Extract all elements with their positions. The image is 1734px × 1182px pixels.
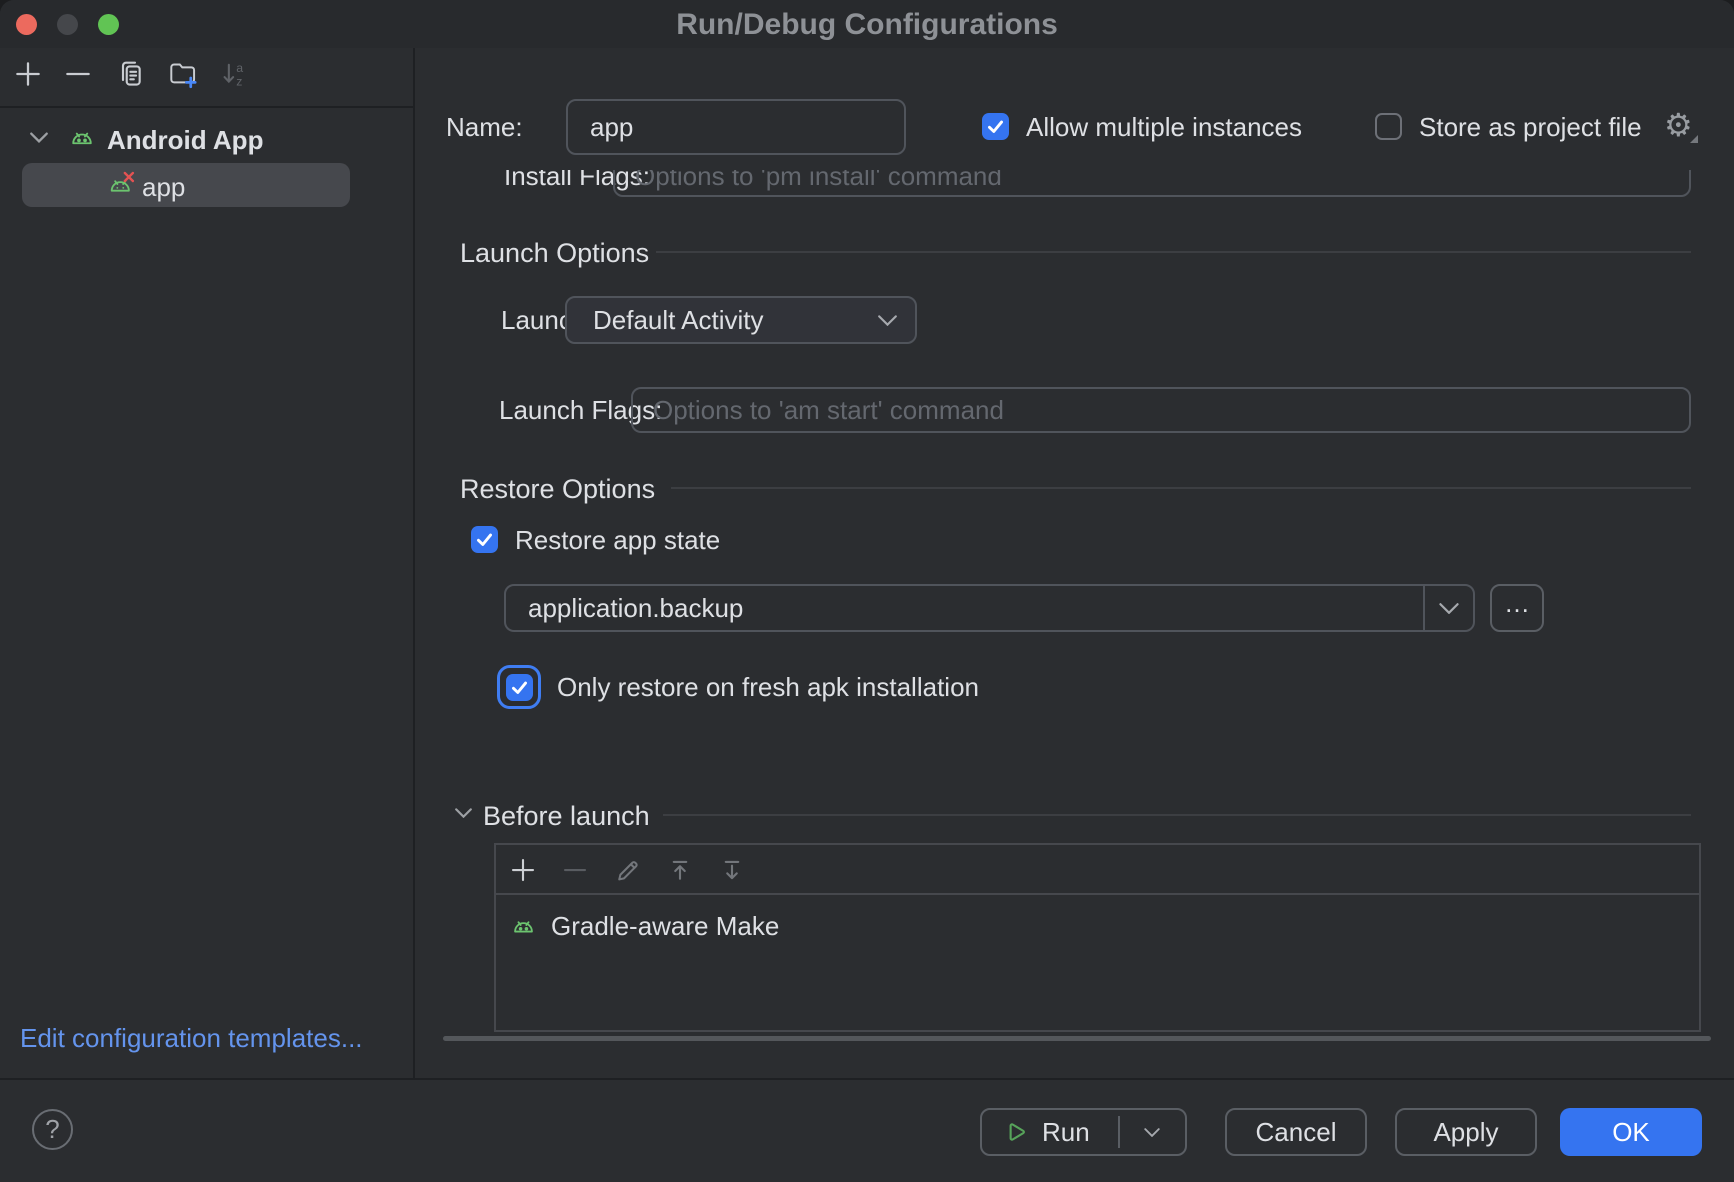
gear-icon: ⚙	[1664, 107, 1693, 143]
chevron-down-icon	[878, 315, 897, 326]
copy-configuration-button[interactable]	[115, 58, 147, 90]
browse-backup-file-button[interactable]: …	[1490, 584, 1544, 632]
before-launch-section-title: Before launch	[483, 801, 650, 832]
restore-app-state-label: Restore app state	[515, 527, 720, 553]
sort-configurations-button[interactable]: a z	[219, 58, 251, 90]
remove-configuration-button[interactable]	[62, 58, 94, 90]
ok-button[interactable]: OK	[1560, 1108, 1702, 1156]
apply-button[interactable]: Apply	[1395, 1108, 1537, 1156]
svg-text:a: a	[236, 61, 243, 75]
add-task-button[interactable]	[508, 855, 538, 885]
check-icon	[474, 529, 495, 550]
cancel-button[interactable]: Cancel	[1225, 1108, 1367, 1156]
edit-icon	[613, 855, 643, 885]
titlebar: Run/Debug Configurations	[0, 0, 1734, 48]
remove-task-button[interactable]	[560, 855, 590, 885]
only-fresh-install-label: Only restore on fresh apk installation	[557, 674, 979, 700]
name-input[interactable]	[566, 99, 906, 155]
check-icon	[985, 116, 1006, 137]
gear-dropdown-triangle-icon	[1690, 135, 1698, 143]
check-icon	[509, 677, 530, 698]
sidebar-item-app[interactable]: app	[22, 163, 350, 207]
sidebar-group-android-app[interactable]: Android App	[107, 125, 263, 156]
backup-file-value: application.backup	[506, 586, 1423, 630]
add-icon	[12, 58, 44, 90]
edit-task-button[interactable]	[613, 855, 643, 885]
add-icon	[508, 855, 538, 885]
sidebar-toolbar-divider	[0, 106, 413, 108]
android-icon	[510, 913, 537, 940]
ellipsis-icon: …	[1504, 588, 1530, 619]
help-icon: ?	[45, 1114, 59, 1145]
launch-mode-value: Default Activity	[593, 305, 878, 336]
move-task-up-button[interactable]	[665, 855, 695, 885]
edit-configuration-templates-link[interactable]: Edit configuration templates...	[20, 1023, 363, 1054]
run-options-chevron[interactable]	[1120, 1128, 1185, 1137]
store-as-project-file-label: Store as project file	[1419, 114, 1642, 140]
launch-options-divider	[656, 251, 1691, 253]
form-scroll-area[interactable]: Install Flags: Launch Options Launch: De…	[415, 170, 1734, 1041]
run-split-button[interactable]: Run	[980, 1108, 1187, 1156]
allow-multiple-instances-checkbox[interactable]	[982, 113, 1009, 140]
install-flags-input[interactable]	[613, 170, 1691, 197]
new-folder-icon	[167, 58, 199, 90]
window-title: Run/Debug Configurations	[0, 0, 1734, 48]
task-label: Gradle-aware Make	[551, 911, 779, 942]
chevron-down-icon[interactable]	[1423, 586, 1473, 630]
run-button-label: Run	[1042, 1117, 1090, 1148]
launch-options-section-title: Launch Options	[460, 238, 649, 269]
run-debug-configurations-dialog: Run/Debug Configurations	[0, 0, 1734, 1182]
task-row[interactable]: Gradle-aware Make	[510, 911, 779, 942]
sort-alphabetically-icon: a z	[219, 58, 251, 90]
before-launch-task-table: Gradle-aware Make	[494, 843, 1701, 1032]
launch-mode-dropdown[interactable]: Default Activity	[565, 296, 917, 344]
restore-options-divider	[671, 487, 1691, 489]
move-down-icon	[717, 855, 747, 885]
cancel-button-label: Cancel	[1256, 1117, 1337, 1148]
help-button[interactable]: ?	[32, 1109, 73, 1150]
before-launch-collapse-chevron[interactable]	[455, 808, 472, 818]
add-configuration-button[interactable]	[12, 58, 44, 90]
before-launch-toolbar	[496, 845, 1699, 895]
launch-flags-input[interactable]	[631, 387, 1691, 433]
ok-button-label: OK	[1612, 1117, 1650, 1148]
project-file-settings-button[interactable]: ⚙	[1664, 105, 1693, 145]
play-icon	[1000, 1117, 1030, 1147]
footer-divider	[0, 1078, 1734, 1080]
store-as-project-file-checkbox[interactable]	[1375, 113, 1402, 140]
allow-multiple-instances-label: Allow multiple instances	[1026, 114, 1302, 140]
restore-app-state-checkbox[interactable]	[471, 526, 498, 553]
restore-options-section-title: Restore Options	[460, 474, 655, 505]
apply-button-label: Apply	[1433, 1117, 1498, 1148]
name-label: Name:	[446, 114, 523, 140]
only-fresh-checkbox-focus-ring	[497, 665, 541, 709]
backup-file-combobox[interactable]: application.backup	[504, 584, 1475, 632]
android-error-icon	[106, 169, 138, 201]
svg-text:z: z	[236, 75, 242, 89]
tree-expand-chevron[interactable]	[30, 132, 48, 143]
move-up-icon	[665, 855, 695, 885]
before-launch-divider	[663, 814, 1691, 816]
remove-icon	[560, 855, 590, 885]
remove-icon	[62, 58, 94, 90]
android-icon	[68, 124, 96, 152]
sidebar-item-app-label: app	[142, 172, 185, 203]
copy-icon	[115, 58, 147, 90]
new-folder-button[interactable]	[167, 58, 199, 90]
only-fresh-install-checkbox[interactable]	[506, 674, 533, 701]
move-task-down-button[interactable]	[717, 855, 747, 885]
horizontal-scrollbar[interactable]	[443, 1036, 1711, 1041]
